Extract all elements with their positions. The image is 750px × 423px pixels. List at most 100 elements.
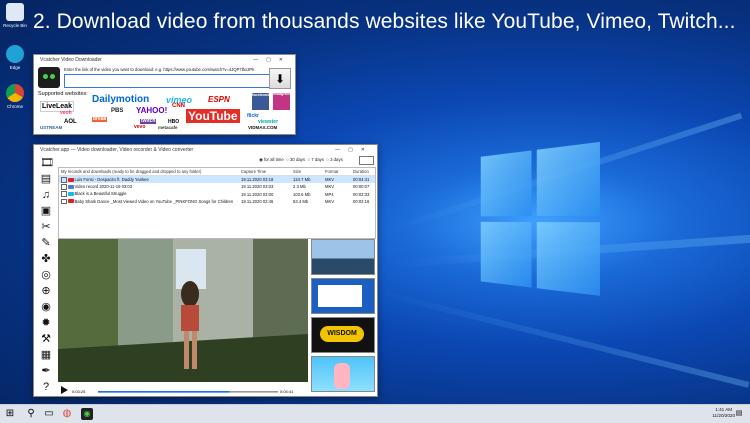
row-time: 19.11.2020 03:00 — [241, 191, 274, 197]
filter-label: 7 days — [311, 157, 324, 162]
globe-icon[interactable]: ⊕ — [40, 285, 52, 297]
notification-icon[interactable]: ▤ — [733, 408, 745, 420]
feather-icon[interactable]: ✒ — [40, 365, 52, 377]
table-row[interactable]: Baby Shark Dance _Most Viewed Video on Y… — [59, 198, 375, 205]
table-row[interactable]: Luis Fonsi - Despacito ft. Daddy Yankee … — [59, 175, 375, 184]
row-size: 124.7 Mb — [291, 175, 323, 184]
filter-label: 30 days — [289, 157, 306, 162]
table-row[interactable]: Black is a Beautiful Struggle 19.11.2020… — [59, 191, 375, 198]
site-logo-pbs: PBS — [111, 108, 124, 114]
windows-logo — [480, 141, 602, 299]
puzzle-icon[interactable]: ✤ — [40, 253, 52, 265]
row-size: 2.3 Mb — [293, 184, 306, 190]
filter-3-days[interactable]: ○ 3 days — [326, 157, 342, 162]
row-checkbox[interactable] — [61, 198, 67, 205]
left-toolbar: 🎞 ▤ ♫ ▣ ✂ ✎ ✤ ◎ ⊕ ◉ ✹ ⚒ ▦ ✒ ? — [37, 157, 55, 397]
record-icon — [67, 185, 74, 190]
play-icon[interactable] — [61, 386, 68, 394]
column-header[interactable]: Duration — [351, 168, 375, 177]
url-prompt: Enter the link of the video you want to … — [64, 67, 255, 72]
window-controls[interactable]: —▢✕ — [335, 145, 373, 155]
clock-date: 11/20/2020 — [712, 413, 735, 418]
help-icon[interactable]: ? — [40, 381, 52, 393]
row-duration: 00:00:07 — [353, 184, 370, 190]
site-logo-espn: ESPN — [208, 95, 230, 104]
site-logo-metacafe: metacafe — [158, 125, 178, 130]
player-controls: 0:03:25 0:04:41 — [58, 383, 308, 395]
row-time: 19.11.2020 02:46 — [241, 198, 274, 204]
url-input[interactable] — [64, 74, 277, 88]
row-time: 19.11.2020 03:03 — [241, 184, 274, 190]
edge-icon — [6, 45, 24, 63]
youtube-icon — [67, 199, 74, 204]
table-row[interactable]: Video record 2020-11-19 03:03 19.11.2020… — [59, 183, 375, 190]
light-beam — [379, 290, 750, 388]
row-checkbox[interactable] — [61, 191, 67, 197]
vimeo-icon — [67, 192, 74, 197]
row-format: MKV — [323, 175, 351, 184]
site-logo-vidmax: VIDMAX.COM — [248, 125, 278, 130]
desktop-icon-label: Edge — [9, 65, 21, 70]
window-title: Vcatcher Video Downloader — [40, 57, 102, 63]
column-header[interactable]: Size — [291, 168, 323, 177]
row-name: Luis Fonsi - Despacito ft. Daddy Yankee — [74, 176, 149, 182]
scissors-icon[interactable]: ✂ — [40, 221, 52, 233]
keyboard-icon[interactable]: ▦ — [40, 349, 52, 361]
coin-icon[interactable]: ◎ — [40, 269, 52, 281]
document-icon[interactable]: ▤ — [40, 173, 52, 185]
column-header[interactable]: My records and downloads (ready to be dr… — [59, 168, 239, 177]
youtube-icon — [67, 177, 74, 182]
magic-wand-icon[interactable]: ✎ — [40, 237, 52, 249]
drive-icon[interactable]: ◉ — [40, 301, 52, 313]
column-header[interactable]: Capture Time — [239, 168, 291, 177]
row-duration: 00:04:41 — [351, 175, 375, 184]
chrome-icon[interactable]: ◍ — [61, 408, 73, 420]
filter-all-time[interactable]: ◉ for all time — [259, 157, 284, 162]
table-header: My records and downloads (ready to be dr… — [59, 168, 375, 177]
vcatcher-app-window: Vcatcher.app — Video downloader, Video r… — [33, 144, 378, 397]
music-icon[interactable]: ♫ — [40, 189, 52, 201]
recycle-bin-icon — [6, 3, 24, 21]
time-filter: ◉ for all time ○ 30 days ○ 7 days ○ 3 da… — [259, 157, 343, 163]
fire-icon[interactable]: ✹ — [40, 317, 52, 329]
window-controls[interactable]: —▢✕ — [253, 55, 291, 65]
thumbnail[interactable] — [311, 239, 375, 275]
thumbnail[interactable]: WISDOM — [311, 317, 375, 353]
filter-30-days[interactable]: ○ 30 days — [286, 157, 305, 162]
site-logo-facebook: facebook — [252, 93, 269, 110]
downloader-titlebar: Vcatcher Video Downloader —▢✕ — [34, 55, 295, 65]
headline: 2. Download video from thousands website… — [33, 10, 736, 33]
site-logo-vevo: vevo — [134, 124, 146, 130]
thumbnail-strip: WISDOM — [311, 239, 375, 392]
download-button[interactable]: ⬇ — [269, 68, 291, 89]
row-size: 53.4 Mb — [293, 198, 309, 204]
video-player[interactable] — [58, 239, 308, 382]
row-size: 103.6 Mb — [293, 191, 311, 197]
window-title: Vcatcher.app — Video downloader, Video r… — [40, 147, 194, 153]
desktop-icon-label: Chrome — [6, 104, 23, 109]
vcatcher-icon[interactable]: ◉ — [81, 408, 93, 420]
site-logo-instagram: instagram — [273, 93, 290, 110]
site-logo-dailymotion: Dailymotion — [92, 94, 150, 105]
clock[interactable]: 1:41 AM 11/20/2020 — [712, 407, 735, 419]
tool-icon[interactable]: ⚒ — [40, 333, 52, 345]
filter-7-days[interactable]: ○ 7 days — [307, 157, 323, 162]
search-icon[interactable]: ⚲ — [25, 408, 37, 420]
row-checkbox[interactable] — [61, 184, 67, 190]
thumbnail[interactable] — [311, 356, 375, 392]
task-view-icon[interactable]: ▭ — [43, 408, 55, 420]
column-header[interactable]: Format — [323, 168, 351, 177]
film-icon[interactable]: 🎞 — [40, 157, 54, 169]
download-icon: ⬇ — [274, 71, 286, 86]
row-duration: 00:02:33 — [353, 191, 370, 197]
seek-bar[interactable] — [58, 384, 308, 396]
video-clip-icon[interactable]: ▣ — [40, 205, 52, 217]
search-input[interactable] — [359, 156, 374, 165]
vcatcher-logo — [38, 67, 60, 88]
start-icon[interactable]: ⊞ — [4, 408, 16, 420]
site-logo-hbo: HBO — [168, 119, 180, 125]
thumbnail[interactable] — [311, 278, 375, 314]
site-logo-ustream: USTREAM — [40, 125, 63, 130]
video-frame — [58, 239, 308, 382]
row-checkbox[interactable] — [61, 177, 67, 183]
